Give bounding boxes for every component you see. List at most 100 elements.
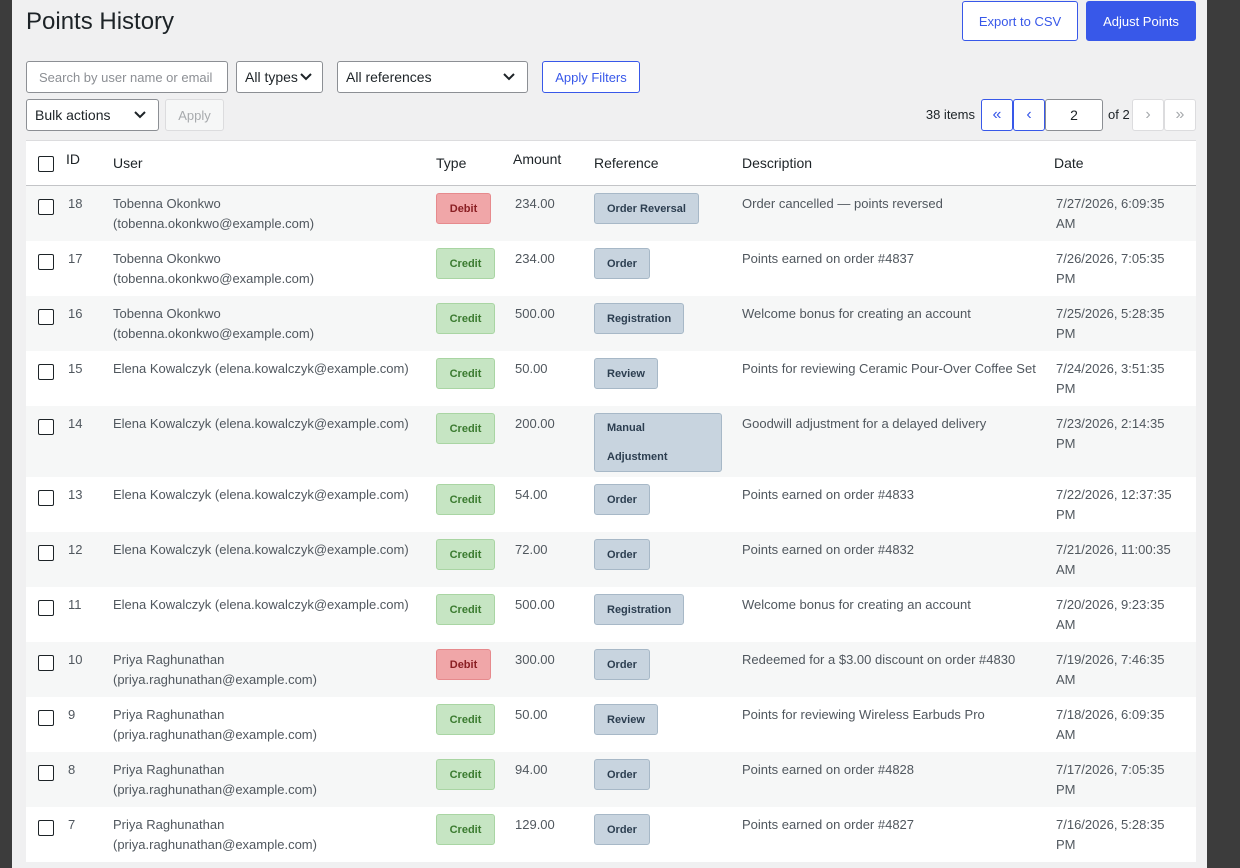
- row-amount: 234.00: [515, 251, 555, 266]
- last-page-button[interactable]: »: [1164, 99, 1196, 131]
- row-amount: 54.00: [515, 487, 548, 502]
- row-checkbox[interactable]: [38, 254, 54, 270]
- row-id: 8: [68, 762, 76, 777]
- row-date: 7/22/2026, 12:37:35: [1056, 487, 1172, 502]
- reference-badge: Order: [594, 539, 650, 570]
- type-filter-select[interactable]: All types: [236, 61, 323, 93]
- column-user[interactable]: User: [113, 155, 143, 171]
- prev-page-button[interactable]: ‹: [1013, 99, 1045, 131]
- row-checkbox[interactable]: [38, 765, 54, 781]
- current-page-input[interactable]: 2: [1045, 99, 1103, 131]
- next-page-button[interactable]: ›: [1132, 99, 1164, 131]
- bulk-actions-value: Bulk actions: [35, 107, 111, 123]
- bulk-actions-select[interactable]: Bulk actions: [26, 99, 159, 131]
- row-description: Order cancelled — points reversed: [742, 196, 943, 211]
- row-checkbox[interactable]: [38, 419, 54, 435]
- reference-badge: Review: [594, 704, 658, 735]
- table-row[interactable]: 18 Tobenna Okonkwo (tobenna.okonkwo@exampl…: [26, 186, 1196, 241]
- table-row[interactable]: 14 Elena Kowalczyk (elena.kowalczyk@examp…: [26, 406, 1196, 477]
- row-description: Points for reviewing Wireless Earbuds Pr…: [742, 707, 985, 722]
- row-id: 15: [68, 361, 83, 376]
- points-history-table: ID User Type Amount Reference Descriptio…: [26, 140, 1196, 862]
- table-row[interactable]: 17 Tobenna Okonkwo (tobenna.okonkwo@exampl…: [26, 241, 1196, 296]
- row-user-email: (priya.raghunathan@example.com): [113, 727, 317, 742]
- row-date: 7/16/2026, 5:28:35: [1056, 817, 1165, 832]
- chevron-down-icon: [503, 73, 515, 81]
- search-input[interactable]: Search by user name or email: [26, 61, 228, 93]
- first-page-button[interactable]: «: [981, 99, 1013, 131]
- row-id: 12: [68, 542, 83, 557]
- row-amount: 94.00: [515, 762, 548, 777]
- row-user-email: (priya.raghunathan@example.com): [113, 672, 317, 687]
- row-date-meridiem: AM: [1056, 617, 1076, 632]
- column-amount[interactable]: Amount: [513, 151, 561, 167]
- row-user-email: (tobenna.okonkwo@example.com): [113, 271, 315, 286]
- chevron-down-icon: [300, 73, 312, 81]
- row-date-meridiem: AM: [1056, 727, 1076, 742]
- reference-badge: Order: [594, 484, 650, 515]
- total-pages: of 2: [1108, 107, 1130, 122]
- table-row[interactable]: 11 Elena Kowalczyk (elena.kowalczyk@examp…: [26, 587, 1196, 642]
- row-amount: 500.00: [515, 306, 555, 321]
- row-date-meridiem: PM: [1056, 837, 1076, 852]
- table-row[interactable]: 8 Priya Raghunathan (priya.raghunathan@exa…: [26, 752, 1196, 807]
- table-row[interactable]: 9 Priya Raghunathan (priya.raghunathan@exa…: [26, 697, 1196, 752]
- row-checkbox[interactable]: [38, 655, 54, 671]
- type-filter-value: All types: [245, 69, 298, 85]
- reference-badge: Registration: [594, 594, 685, 625]
- row-checkbox[interactable]: [38, 309, 54, 325]
- table-row[interactable]: 16 Tobenna Okonkwo (tobenna.okonkwo@exampl…: [26, 296, 1196, 351]
- reference-line: Manual: [607, 421, 645, 434]
- row-checkbox[interactable]: [38, 710, 54, 726]
- row-checkbox[interactable]: [38, 820, 54, 836]
- row-description: Welcome bonus for creating an account: [742, 597, 971, 612]
- table-row[interactable]: 15 Elena Kowalczyk (elena.kowalczyk@examp…: [26, 351, 1196, 406]
- row-description: Points for reviewing Ceramic Pour-Over C…: [742, 361, 1036, 376]
- column-description[interactable]: Description: [742, 155, 812, 171]
- reference-filter-select[interactable]: All references: [337, 61, 528, 93]
- row-id: 16: [68, 306, 83, 321]
- row-date-meridiem: PM: [1056, 782, 1076, 797]
- type-badge: Credit: [436, 248, 495, 279]
- type-badge: Credit: [436, 814, 495, 845]
- reference-badge: Order: [594, 248, 650, 279]
- row-amount: 300.00: [515, 652, 555, 667]
- column-date[interactable]: Date: [1054, 155, 1084, 171]
- row-date: 7/25/2026, 5:28:35: [1056, 306, 1165, 321]
- column-reference[interactable]: Reference: [594, 155, 659, 171]
- row-date: 7/20/2026, 9:23:35: [1056, 597, 1165, 612]
- row-date: 7/17/2026, 7:05:35: [1056, 762, 1165, 777]
- apply-filters-button[interactable]: Apply Filters: [542, 61, 640, 93]
- row-checkbox[interactable]: [38, 364, 54, 380]
- row-date: 7/27/2026, 6:09:35: [1056, 196, 1165, 211]
- reference-badge: Review: [594, 358, 658, 389]
- export-csv-button[interactable]: Export to CSV: [962, 1, 1078, 41]
- items-count: 38 items: [925, 107, 975, 122]
- reference-filter-value: All references: [346, 69, 432, 85]
- reference-badge: Order: [594, 649, 650, 680]
- adjust-points-button[interactable]: Adjust Points: [1086, 1, 1196, 41]
- row-description: Welcome bonus for creating an account: [742, 306, 971, 321]
- chevron-down-icon: [134, 111, 146, 119]
- table-row[interactable]: 13 Elena Kowalczyk (elena.kowalczyk@examp…: [26, 477, 1196, 532]
- row-date: 7/19/2026, 7:46:35: [1056, 652, 1165, 667]
- type-badge: Credit: [436, 484, 495, 515]
- row-checkbox[interactable]: [38, 545, 54, 561]
- table-row[interactable]: 12 Elena Kowalczyk (elena.kowalczyk@examp…: [26, 532, 1196, 587]
- table-row[interactable]: 10 Priya Raghunathan (priya.raghunathan@ex…: [26, 642, 1196, 697]
- column-type[interactable]: Type: [436, 155, 466, 171]
- bulk-apply-button[interactable]: Apply: [165, 99, 224, 131]
- row-id: 14: [68, 416, 83, 431]
- column-id[interactable]: ID: [66, 151, 80, 167]
- row-id: 11: [68, 597, 82, 612]
- select-all-checkbox[interactable]: [38, 156, 54, 172]
- row-checkbox[interactable]: [38, 490, 54, 506]
- row-date-meridiem: PM: [1056, 326, 1076, 341]
- row-checkbox[interactable]: [38, 199, 54, 215]
- row-description: Points earned on order #4828: [742, 762, 915, 777]
- table-row[interactable]: 7 Priya Raghunathan (priya.raghunathan@exa…: [26, 807, 1196, 862]
- row-user-email: (priya.raghunathan@example.com): [113, 837, 317, 852]
- row-checkbox[interactable]: [38, 600, 54, 616]
- row-date-meridiem: PM: [1056, 507, 1076, 522]
- row-description: Points earned on order #4832: [742, 542, 915, 557]
